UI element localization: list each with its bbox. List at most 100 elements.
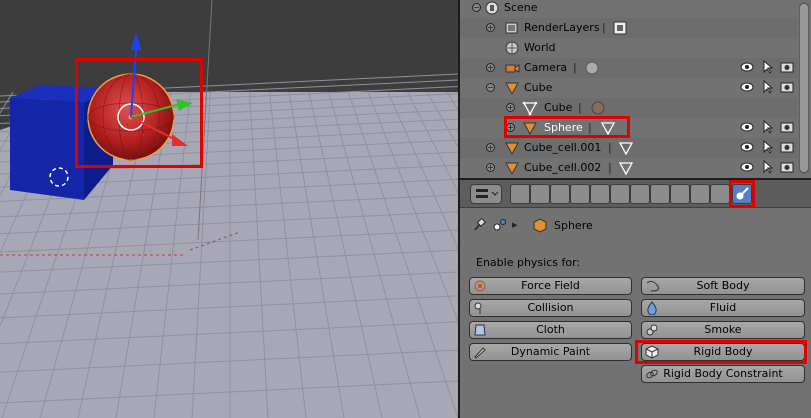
render-tab-icon[interactable] [510, 184, 530, 204]
render-camera-icon[interactable] [780, 80, 794, 94]
editor-type-icon [476, 189, 499, 198]
scrollbar-thumb[interactable] [800, 4, 808, 172]
outliner-row-sphere[interactable]: + Sphere | [460, 118, 797, 138]
outliner-row-renderlayers[interactable]: + RenderLayers | [460, 18, 797, 38]
outliner-row-camera[interactable]: + Camera | [460, 58, 797, 78]
properties-header [460, 180, 811, 208]
outliner-item-label: Cube [524, 81, 553, 94]
data-tab-icon[interactable] [650, 184, 670, 204]
world-tab-icon[interactable] [570, 184, 590, 204]
collision-button[interactable]: Collision [469, 299, 632, 317]
eye-icon[interactable] [740, 160, 754, 174]
chevron-right-icon: ▸ [512, 218, 518, 231]
outliner-item-label: World [524, 41, 556, 54]
expand-icon[interactable]: + [486, 23, 495, 32]
mesh-object-icon [523, 122, 537, 136]
rigid-body-constraint-button[interactable]: Rigid Body Constraint [641, 365, 805, 383]
render-camera-icon[interactable] [780, 140, 794, 154]
expand-icon[interactable]: + [486, 143, 495, 152]
outliner-item-label: Scene [504, 1, 538, 14]
z-axis-arrow-icon [131, 32, 141, 50]
render-layer-data-icon [613, 21, 627, 35]
render-camera-icon[interactable] [780, 160, 794, 174]
outliner-scrollbar[interactable] [799, 2, 809, 174]
object-cube-icon [533, 218, 547, 233]
particles-tab-icon[interactable] [710, 184, 730, 204]
scene-tab-icon[interactable] [550, 184, 570, 204]
outliner-item-label: Cube_cell.002 [524, 161, 602, 174]
mesh-object-icon [505, 82, 519, 96]
eye-icon[interactable] [740, 120, 754, 134]
editor-type-selector[interactable] [470, 184, 502, 204]
object-tab-icon[interactable] [590, 184, 610, 204]
mesh-data-icon [618, 162, 634, 176]
texture-tab-icon[interactable] [690, 184, 710, 204]
outliner-item-label: Camera [524, 61, 568, 74]
outliner-item-label: Cube_cell.001 [524, 141, 602, 154]
breadcrumb-object-label: Sphere [554, 219, 593, 232]
render-camera-icon[interactable] [780, 120, 794, 134]
outliner-row-scene[interactable]: − Scene [460, 0, 797, 18]
physics-section-title: Enable physics for: [476, 256, 581, 269]
soft-body-icon [646, 280, 659, 292]
outliner-row-cube-mesh[interactable]: + Cube | [460, 98, 797, 118]
outliner-row-cube-cell-001[interactable]: + Cube_cell.001 | [460, 138, 797, 158]
eye-icon[interactable] [740, 80, 754, 94]
rigid-body-cube-icon [645, 345, 659, 359]
outliner-row-cube-cell-002[interactable]: + Cube_cell.002 | [460, 158, 797, 178]
camera-icon [505, 64, 520, 73]
scene-icon [485, 1, 499, 15]
collapse-icon[interactable]: − [486, 83, 495, 92]
cursor-select-icon[interactable] [761, 160, 775, 174]
collapse-icon[interactable]: − [472, 3, 481, 12]
dynamic-paint-icon [474, 347, 486, 359]
modifiers-tab-icon[interactable] [630, 184, 650, 204]
expand-icon[interactable]: + [506, 103, 515, 112]
outliner-panel[interactable]: − Scene + RenderLayers | World + Camera … [460, 0, 811, 178]
constraints-tab-icon[interactable] [610, 184, 630, 204]
eye-icon[interactable] [740, 60, 754, 74]
dynamic-paint-button[interactable]: Dynamic Paint [469, 343, 632, 361]
force-field-button[interactable]: Force Field [469, 277, 632, 295]
breadcrumb: ▸ Sphere [460, 214, 811, 236]
expand-icon[interactable]: + [486, 163, 495, 172]
chain-link-icon [646, 369, 658, 379]
mesh-object-icon [505, 162, 519, 176]
3d-viewport[interactable] [0, 0, 458, 418]
smoke-icon [646, 324, 658, 336]
outliner-row-world[interactable]: World [460, 38, 797, 58]
pin-icon[interactable] [472, 217, 486, 233]
outliner-item-label: Cube [544, 101, 573, 114]
material-icon [591, 101, 605, 115]
scene-objects-icon [493, 219, 506, 231]
outliner-item-label: RenderLayers [524, 21, 600, 34]
force-field-icon [474, 280, 486, 292]
camera-data-icon [585, 61, 599, 75]
expand-icon[interactable]: + [506, 123, 515, 132]
cursor-select-icon[interactable] [761, 140, 775, 154]
material-tab-icon[interactable] [670, 184, 690, 204]
outliner-row-cube[interactable]: − Cube [460, 78, 797, 98]
mesh-data-icon [522, 101, 538, 116]
expand-icon[interactable]: + [486, 63, 495, 72]
mesh-object-icon [505, 142, 519, 156]
fluid-button[interactable]: Fluid [641, 299, 805, 317]
eye-icon[interactable] [740, 140, 754, 154]
mesh-data-icon [618, 142, 634, 156]
collision-icon [474, 302, 482, 314]
viewport-scene [0, 0, 458, 418]
physics-orbit-icon [736, 187, 749, 200]
rigid-body-button[interactable]: Rigid Body [641, 343, 805, 361]
soft-body-button[interactable]: Soft Body [641, 277, 805, 295]
render-layers-tab-icon[interactable] [530, 184, 550, 204]
cursor-select-icon[interactable] [761, 120, 775, 134]
outliner-item-label: Sphere [544, 121, 583, 134]
physics-tab-icon[interactable] [732, 184, 752, 204]
cloth-button[interactable]: Cloth [469, 321, 632, 339]
render-camera-icon[interactable] [780, 60, 794, 74]
properties-panel[interactable]: ▸ Sphere Enable physics for: Force Field… [460, 180, 811, 418]
render-layers-icon [505, 22, 518, 34]
cursor-select-icon[interactable] [761, 80, 775, 94]
smoke-button[interactable]: Smoke [641, 321, 805, 339]
cursor-select-icon[interactable] [761, 60, 775, 74]
